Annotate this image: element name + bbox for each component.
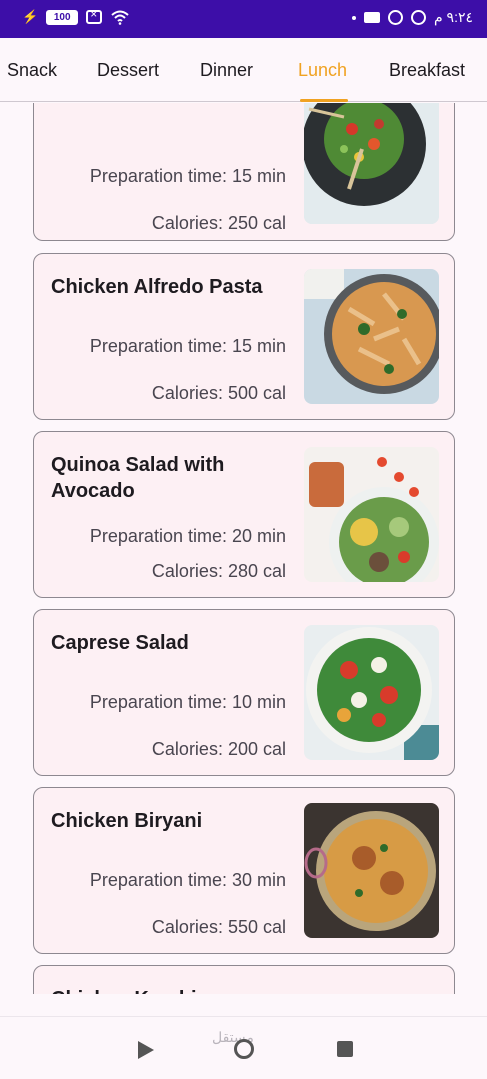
status-bar: ⚡ 100 ٩:٢٤ م xyxy=(0,0,487,38)
recents-icon[interactable] xyxy=(337,1041,353,1057)
notification-dot-icon xyxy=(351,15,356,20)
recipe-card[interactable]: Chicken Biryani Preparation time: 30 min… xyxy=(33,787,455,954)
blocked-icon xyxy=(387,10,403,25)
back-icon[interactable] xyxy=(138,1041,154,1059)
recipe-card[interactable]: Quinoa Salad with Avocado Preparation ti… xyxy=(33,431,455,598)
prep-time: Preparation time: 15 min xyxy=(89,336,286,356)
recipe-card[interactable]: Caprese Salad Preparation time: 10 min C… xyxy=(33,609,455,776)
pasta-photo xyxy=(304,269,439,404)
tab-snack[interactable]: Snack xyxy=(7,60,57,81)
tab-lunch[interactable]: Lunch xyxy=(298,60,347,81)
salad-bowl-photo xyxy=(304,103,439,224)
calories: Calories: 280 cal xyxy=(151,561,286,581)
tab-breakfast[interactable]: Breakfast xyxy=(389,60,465,81)
recipe-title: Chicken Alfredo Pasta xyxy=(51,276,263,298)
quinoa-salad-photo xyxy=(304,447,439,582)
recipe-card[interactable]: Chicken Alfredo Pasta Preparation time: … xyxy=(33,253,455,420)
clock-time: ٩:٢٤ م xyxy=(433,9,473,25)
video-camera-icon xyxy=(363,12,380,23)
active-tab-indicator xyxy=(300,99,348,102)
recipe-title: Quinoa Salad with Avocado xyxy=(51,454,225,502)
caprese-photo xyxy=(304,625,439,760)
battery-icon: 100 xyxy=(46,9,79,25)
prep-time: Preparation time: 20 min xyxy=(89,526,286,546)
home-icon[interactable] xyxy=(234,1039,254,1059)
prep-time: Preparation time: 10 min xyxy=(89,692,286,712)
recipe-title: Caprese Salad xyxy=(51,632,189,654)
prep-time: Preparation time: 15 min xyxy=(89,166,286,186)
tab-dessert[interactable]: Dessert xyxy=(97,60,159,81)
calories: Calories: 200 cal xyxy=(151,739,286,759)
recipe-card[interactable]: Preparation time: 15 min Calories: 250 c… xyxy=(33,103,455,241)
recipe-title: Chicken Karahi xyxy=(51,986,291,994)
tab-dinner[interactable]: Dinner xyxy=(200,60,253,81)
recipe-title: Chicken Biryani xyxy=(51,810,203,832)
calories: Calories: 500 cal xyxy=(151,383,286,403)
do-not-disturb-icon xyxy=(410,10,426,25)
prep-time: Preparation time: 30 min xyxy=(89,870,286,890)
recipe-list[interactable]: Preparation time: 15 min Calories: 250 c… xyxy=(0,103,487,994)
charging-icon: ⚡ xyxy=(22,9,39,24)
calories: Calories: 550 cal xyxy=(151,917,286,937)
calories: Calories: 250 cal xyxy=(151,213,286,233)
system-navigation-bar: مستقل xyxy=(0,1016,487,1079)
biryani-photo xyxy=(304,803,439,938)
sim-off-icon xyxy=(86,7,103,24)
category-tabs: Snack Dessert Dinner Lunch Breakfast xyxy=(0,38,487,102)
wifi-icon xyxy=(111,10,129,25)
recipe-card[interactable]: Chicken Karahi xyxy=(33,965,455,994)
